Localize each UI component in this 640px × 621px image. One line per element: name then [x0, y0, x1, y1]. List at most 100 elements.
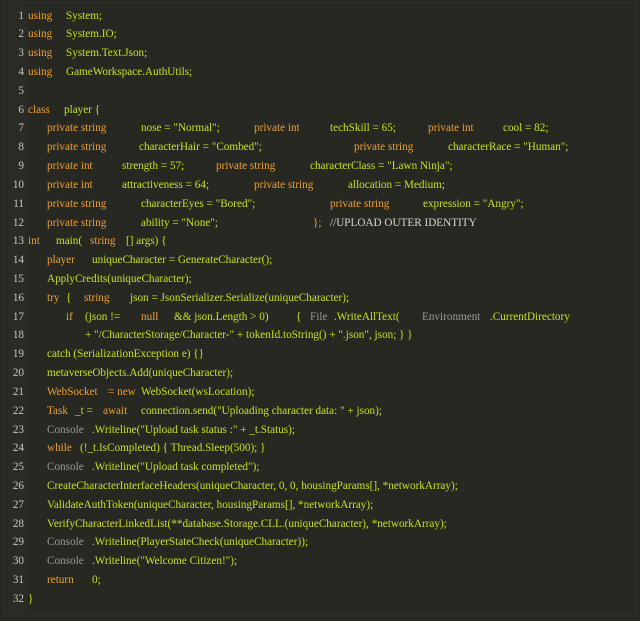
code-token: }; — [313, 216, 322, 229]
code-line[interactable]: 32} — [4, 590, 636, 609]
code-line[interactable]: 4 using GameWorkspace.AuthUtils; — [4, 63, 636, 82]
code-token: attractiveness = 64; — [122, 178, 210, 191]
code-line[interactable]: 19 catch (SerializationException e) {} — [4, 345, 636, 364]
code-line[interactable]: 14 player uniqueCharacter = GenerateCharac… — [4, 251, 636, 270]
code-token: uniqueCharacter = GenerateCharacter(); — [92, 254, 273, 267]
code-token: characterEyes = "Bored"; — [141, 197, 256, 210]
code-token: int — [28, 235, 40, 248]
code-token: player { — [64, 103, 101, 116]
code-line[interactable]: 13 int main(string [] args) { — [4, 232, 636, 251]
line-number: 14 — [12, 254, 24, 267]
code-line[interactable]: 5 — [4, 82, 636, 101]
code-token: = new — [108, 385, 136, 398]
line-number: 32 — [12, 592, 24, 605]
code-line[interactable]: 17 if (json != null && json.Length > 0) {File… — [4, 308, 636, 327]
code-token: .Writeline("Upload task status :" + _t.S… — [92, 423, 295, 436]
line-number: 6 — [18, 103, 24, 116]
code-token: expression = "Angry"; — [423, 197, 524, 210]
code-line[interactable]: 18 + "/CharacterStorage/Character-" + tok… — [4, 326, 636, 345]
code-token: Console — [47, 536, 84, 549]
line-number: 16 — [12, 291, 24, 304]
code-token: System.Text.Json; — [66, 47, 148, 60]
code-token: (!_t.IsCompleted) { Thread.Sleep(500); } — [80, 442, 266, 455]
code-token: .Writeline(PlayerStateCheck(uniqueCharac… — [92, 536, 309, 549]
code-token: && json.Length > 0) — [174, 310, 269, 323]
code-line[interactable]: 26 CreateCharacterInterfaceHeaders(unique… — [4, 477, 636, 496]
code-token: WebSocket — [47, 385, 98, 398]
code-token: .Writeline("Upload task completed"); — [92, 461, 260, 474]
code-line[interactable]: 20 metaverseObjects.Add(uniqueCharacter); — [4, 364, 636, 383]
code-line[interactable]: 23 Console .Writeline("Upload task status … — [4, 421, 636, 440]
code-token: allocation = Medium; — [348, 178, 446, 191]
line-number: 31 — [12, 574, 24, 587]
code-token: if — [66, 310, 73, 323]
code-line[interactable]: 6 class player { — [4, 101, 636, 120]
code-token: WebSocket(wsLocation); — [141, 385, 255, 398]
line-number: 5 — [18, 84, 24, 97]
code-editor[interactable]: 1 using System; 2 using System.IO; 3 using Syste… — [3, 2, 637, 615]
code-line[interactable]: 7 private string nose = "Normal"; private i… — [4, 119, 636, 138]
code-token: private string — [354, 141, 414, 154]
line-number: 25 — [12, 461, 24, 474]
line-number: 28 — [12, 517, 24, 530]
code-token: .WriteAllText( — [334, 310, 400, 323]
code-line[interactable]: 30 Console .Writeline("Welcome Citizen!"); — [4, 552, 636, 571]
line-number: 19 — [12, 348, 24, 361]
code-token: using — [28, 9, 53, 22]
code-line[interactable]: 9 private int strength = 57; private string… — [4, 157, 636, 176]
code-line[interactable]: 2 using System.IO; — [4, 25, 636, 44]
code-token: .CurrentDirectory — [490, 310, 570, 323]
code-token: CreateCharacterInterfaceHeaders(uniqueCh… — [47, 480, 458, 492]
code-token: + "/CharacterStorage/Character-" + token… — [85, 329, 413, 342]
code-token: private string — [47, 216, 107, 229]
code-token: main( — [56, 235, 83, 248]
line-number: 10 — [12, 178, 24, 191]
code-line[interactable]: 8 private string characterHair = "Combed";… — [4, 138, 636, 157]
code-line[interactable]: 31 return 0; — [4, 571, 636, 590]
line-number: 26 — [12, 480, 24, 492]
line-number: 1 — [18, 9, 24, 22]
code-token: Console — [47, 555, 84, 568]
code-token: characterClass = "Lawn Ninja"; — [310, 160, 453, 173]
line-number: 7 — [18, 122, 24, 135]
code-line[interactable]: 12 private string ability = "None";}; //UPL… — [4, 214, 636, 233]
code-line[interactable]: 21 WebSocket = new WebSocket(wsLocation); — [4, 383, 636, 402]
code-line[interactable]: 10 private int attractiveness = 64; private… — [4, 176, 636, 195]
code-line[interactable]: 28 VerifyCharacterLinkedList(**database.S… — [4, 515, 636, 534]
code-token: return — [47, 574, 74, 587]
code-token: private string — [216, 160, 276, 173]
code-token: Task — [47, 404, 68, 417]
code-line[interactable]: 22 Task _t = await connection.send("Uploadin… — [4, 402, 636, 421]
line-number: 9 — [18, 160, 24, 173]
code-token: private string — [47, 122, 107, 135]
line-number: 20 — [12, 367, 24, 380]
code-token: Console — [47, 461, 84, 474]
code-token: using — [28, 65, 53, 78]
code-token: connection.send("Uploading character dat… — [141, 404, 382, 417]
line-number: 4 — [18, 65, 24, 78]
code-line[interactable]: 16 try {string json = JsonSerializer.Serial… — [4, 289, 636, 308]
code-line[interactable]: 3 using System.Text.Json; — [4, 44, 636, 63]
code-token: private int — [47, 160, 93, 173]
code-token: { — [66, 291, 72, 304]
code-line[interactable]: 27 ValidateAuthToken(uniqueCharacter, hou… — [4, 496, 636, 515]
code-token: private int — [428, 122, 474, 135]
line-number: 11 — [13, 197, 24, 210]
code-line[interactable]: 24 while (!_t.IsCompleted) { Thread.Sleep(… — [4, 439, 636, 458]
code-token: null — [141, 310, 159, 323]
code-line[interactable]: 15 ApplyCredits(uniqueCharacter); — [4, 270, 636, 289]
code-token: strength = 57; — [122, 160, 185, 173]
code-token: System.IO; — [66, 28, 117, 41]
code-token: await — [103, 404, 128, 417]
line-number: 22 — [12, 404, 24, 417]
code-line[interactable]: 11 private string characterEyes = "Bored";… — [4, 195, 636, 214]
code-token: private string — [47, 197, 107, 210]
code-line[interactable]: 25 Console .Writeline("Upload task complet… — [4, 458, 636, 477]
code-token: class — [28, 103, 50, 116]
code-token: using — [28, 47, 53, 60]
code-line[interactable]: 29 Console .Writeline(PlayerStateCheck(uni… — [4, 533, 636, 552]
code-token: GameWorkspace.AuthUtils; — [66, 65, 193, 78]
code-line[interactable]: 1 using System; — [4, 7, 636, 26]
code-token: catch (SerializationException e) {} — [47, 348, 205, 361]
code-token: try — [47, 291, 60, 304]
